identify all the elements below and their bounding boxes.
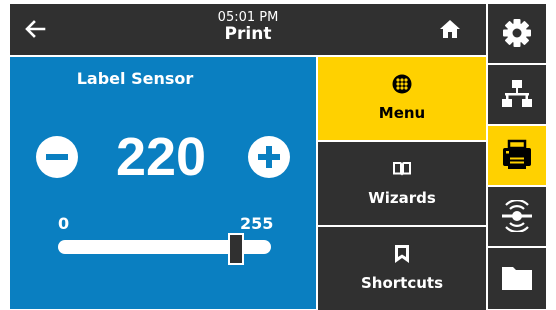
side-nav (488, 4, 546, 309)
label-sensor-panel: Label Sensor 220 0 255 (10, 57, 316, 309)
plus-icon-vertical (266, 146, 272, 168)
divider (488, 246, 546, 248)
bookmark-icon (395, 245, 409, 263)
side-item-network[interactable] (488, 65, 546, 124)
slider-max-label: 255 (240, 214, 274, 233)
home-icon[interactable] (439, 19, 461, 39)
slider-min-label: 0 (58, 214, 70, 233)
network-icon (502, 80, 532, 107)
minus-icon (46, 154, 68, 160)
slider-thumb[interactable] (227, 233, 244, 265)
menu-column: Menu Wizards Shortcuts (318, 57, 486, 310)
menu-item-label: Wizards (368, 189, 436, 207)
grid-dots-icon (392, 74, 412, 94)
side-item-wireless[interactable] (488, 187, 546, 246)
divider (318, 225, 486, 227)
divider (318, 140, 486, 142)
gear-icon (503, 19, 531, 47)
divider (488, 185, 546, 187)
wireless-icon (502, 200, 532, 232)
side-item-print[interactable] (488, 126, 546, 185)
menu-item-label: Menu (378, 104, 426, 122)
setting-value: 220 (115, 127, 207, 187)
side-item-files[interactable] (488, 248, 546, 309)
page-title: Print (224, 24, 272, 44)
increment-button[interactable] (248, 136, 290, 178)
setting-title: Label Sensor (76, 69, 194, 88)
printer-screen: 05:01 PM Print Label Sensor 220 0 255 Me… (10, 4, 546, 310)
printer-icon (503, 139, 531, 169)
side-item-settings[interactable] (488, 4, 546, 63)
divider (488, 63, 546, 65)
menu-item-wizards[interactable]: Wizards (318, 142, 486, 225)
folder-icon (502, 267, 532, 290)
decrement-button[interactable] (36, 136, 78, 178)
divider (488, 124, 546, 126)
menu-item-shortcuts[interactable]: Shortcuts (318, 227, 486, 310)
header-bar: 05:01 PM Print (10, 4, 486, 55)
menu-item-menu[interactable]: Menu (318, 57, 486, 140)
book-icon (393, 162, 411, 176)
menu-item-label: Shortcuts (360, 274, 444, 292)
